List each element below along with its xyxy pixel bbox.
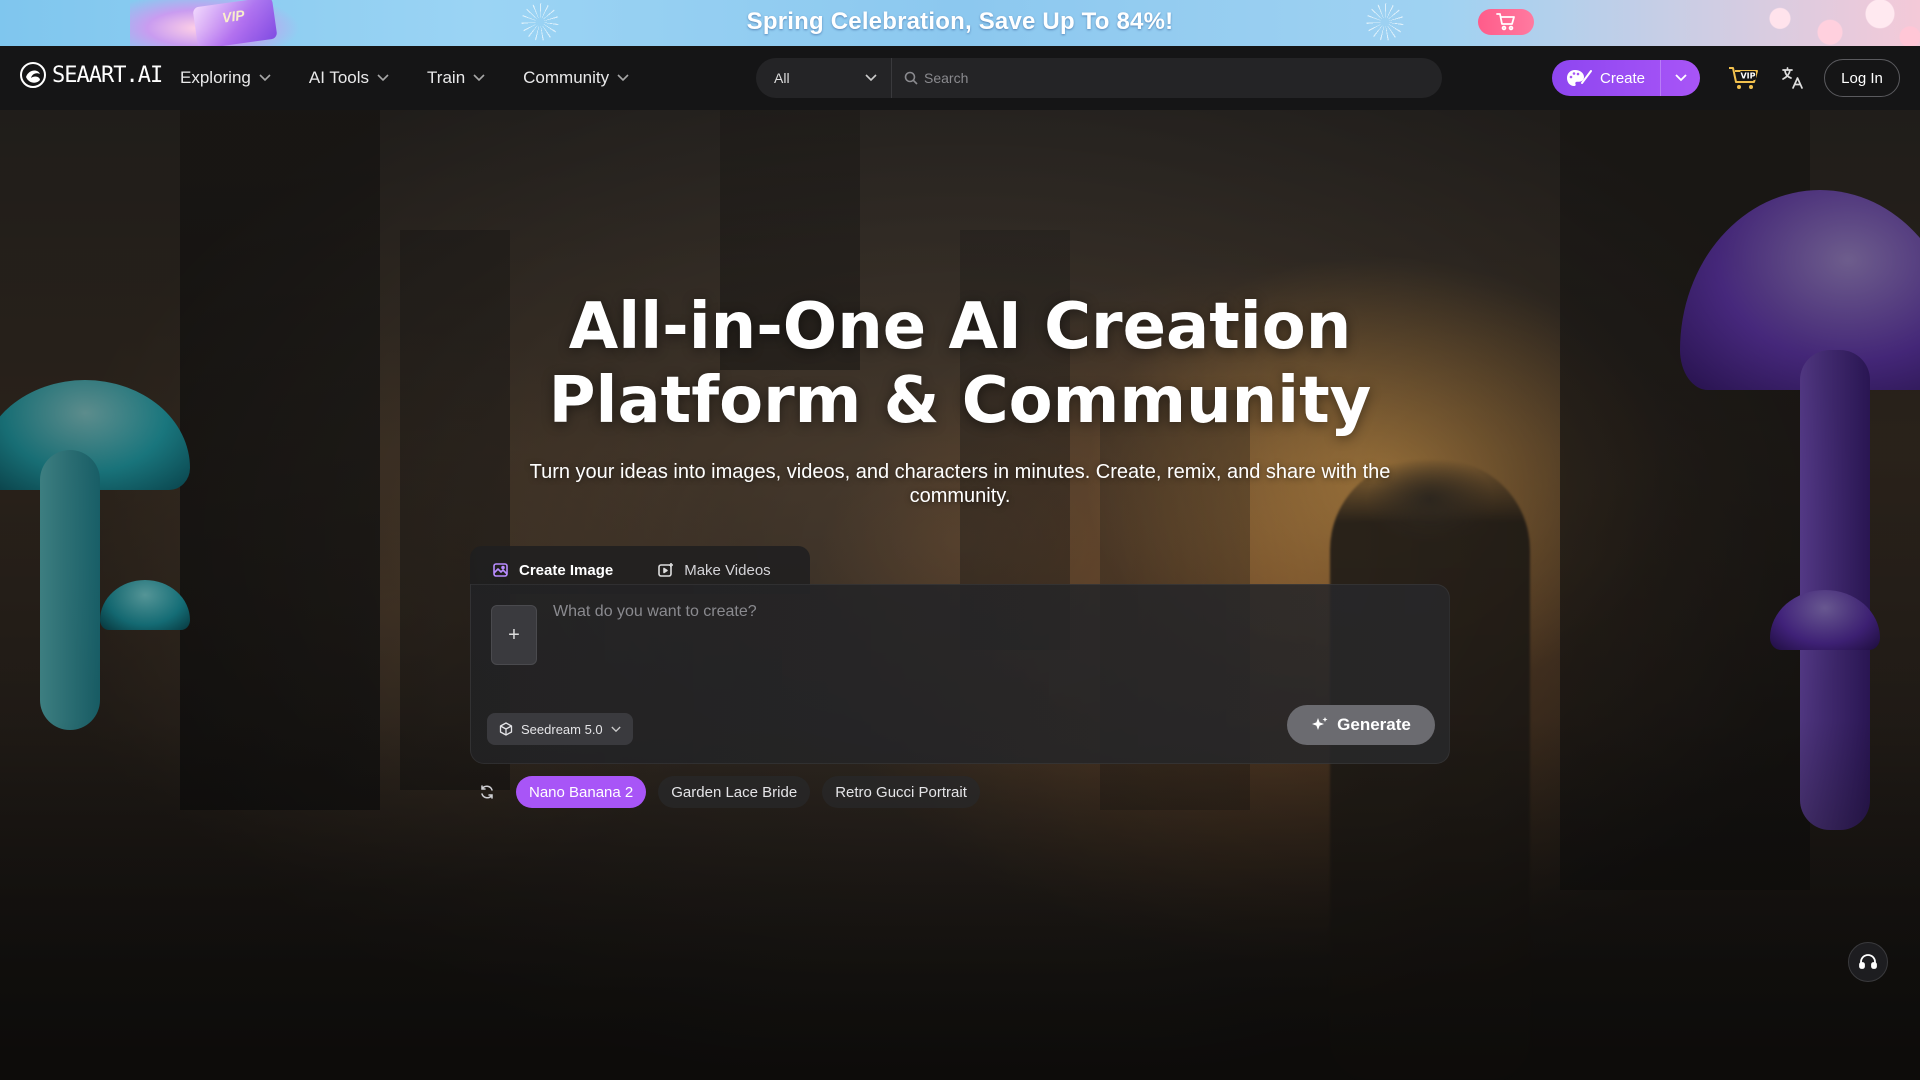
suggestion-chip[interactable]: Retro Gucci Portrait <box>822 776 980 808</box>
model-select-value: Seedream 5.0 <box>521 721 603 737</box>
logo-swirl-icon <box>20 62 46 88</box>
upload-reference-button[interactable]: + <box>491 605 537 665</box>
hero-section: All-in-One AI Creation Platform & Commun… <box>0 110 1920 1080</box>
top-navbar: SEAART.AI Exploring AI Tools Train Commu… <box>0 46 1920 110</box>
menu-item-exploring[interactable]: Exploring <box>180 68 271 88</box>
language-icon[interactable] <box>1780 65 1806 96</box>
refresh-suggestions-button[interactable] <box>470 776 504 808</box>
search-bar: All <box>756 58 1442 98</box>
generate-button-label: Generate <box>1337 715 1411 734</box>
cube-icon <box>499 722 513 736</box>
login-button[interactable]: Log In <box>1824 59 1900 97</box>
support-chat-button[interactable] <box>1848 942 1888 982</box>
chevron-down-icon <box>617 74 629 82</box>
prompt-input[interactable] <box>553 603 1413 683</box>
menu-item-label: AI Tools <box>308 68 370 87</box>
search-icon <box>904 71 918 85</box>
search-filter-value: All <box>774 70 790 86</box>
menu-item-train[interactable]: Train <box>427 68 485 88</box>
chevron-down-icon <box>611 726 621 732</box>
promo-title: Spring Celebration, Save Up To 84%! <box>746 8 1174 35</box>
suggestion-chip[interactable]: Garden Lace Bride <box>658 776 811 808</box>
chevron-down-icon <box>377 74 389 82</box>
hero-title-line-1: All-in-One AI Creation <box>568 290 1352 364</box>
chevron-down-icon <box>865 74 877 82</box>
create-button-group: Create <box>1552 60 1700 96</box>
hero-title-line-2: Platform & Community <box>548 364 1372 438</box>
prompt-panel: + Seedream 5.0 Generate <box>470 584 1450 764</box>
chevron-down-icon <box>1674 74 1687 82</box>
menu-item-ai-tools[interactable]: AI Tools <box>309 68 389 88</box>
vip-cart-icon[interactable]: VIP <box>1728 66 1760 95</box>
create-button-label: Create <box>1600 69 1646 87</box>
image-edit-icon <box>493 563 508 577</box>
promo-banner[interactable]: VIP Spring Celebration, Save Up To 84%! <box>0 0 1920 46</box>
palette-brush-icon <box>1567 70 1592 86</box>
logo-text: SEAART.AI <box>52 62 163 88</box>
hero-subtitle: Turn your ideas into images, videos, and… <box>529 461 1391 507</box>
chevron-down-icon <box>259 74 271 82</box>
create-dropdown-toggle[interactable] <box>1660 60 1700 96</box>
menu-item-label: Exploring <box>180 68 251 87</box>
create-button[interactable]: Create <box>1552 69 1660 87</box>
search-input[interactable] <box>924 70 1442 86</box>
site-logo[interactable]: SEAART.AI <box>20 62 163 88</box>
promo-cart-button[interactable] <box>1478 9 1534 35</box>
tab-label: Create Image <box>519 561 614 579</box>
suggestion-chip[interactable]: Nano Banana 2 <box>516 776 647 808</box>
sparkle-icon <box>1312 717 1328 730</box>
menu-item-community[interactable]: Community <box>523 68 629 88</box>
headset-icon <box>1859 954 1877 969</box>
cart-icon <box>1496 13 1515 31</box>
refresh-icon <box>481 785 493 799</box>
vip-text: VIP <box>1740 72 1755 81</box>
main-menu: Exploring AI Tools Train Community <box>180 46 629 110</box>
menu-item-label: Community <box>523 68 610 87</box>
tab-label: Make Videos <box>684 561 771 579</box>
search-filter-select[interactable]: All <box>756 58 892 98</box>
menu-item-label: Train <box>427 68 466 87</box>
chevron-down-icon <box>473 74 485 82</box>
video-add-icon <box>658 563 674 577</box>
suggestion-chips: Nano Banana 2 Garden Lace Bride Retro Gu… <box>470 776 980 808</box>
model-select[interactable]: Seedream 5.0 <box>487 713 633 745</box>
hero-title: All-in-One AI Creation Platform & Commun… <box>0 290 1920 438</box>
generate-button[interactable]: Generate <box>1287 705 1435 745</box>
